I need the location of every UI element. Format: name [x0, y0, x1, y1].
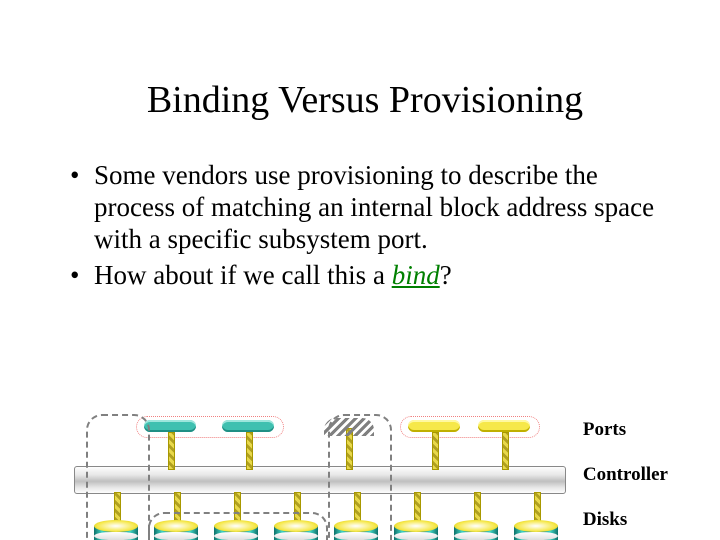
label-controller: Controller	[583, 465, 668, 484]
disk-icon	[154, 520, 198, 540]
connector-line	[502, 432, 509, 470]
slide: Binding Versus Provisioning Some vendors…	[0, 78, 720, 540]
bullet-2-text-post: ?	[440, 260, 452, 290]
bullet-2-text-pre: How about if we call this a	[94, 260, 392, 290]
bullet-1-text: Some vendors use provisioning to describ…	[94, 160, 654, 254]
slide-title: Binding Versus Provisioning	[60, 78, 670, 122]
port-group-outline	[136, 416, 284, 438]
connector-line	[168, 432, 175, 470]
bullet-2: How about if we call this a bind?	[70, 260, 670, 292]
bullet-1: Some vendors use provisioning to describ…	[70, 160, 670, 256]
label-disks: Disks	[583, 510, 668, 529]
disk-icon	[334, 520, 378, 540]
disk-icon	[214, 520, 258, 540]
bullet-list: Some vendors use provisioning to describ…	[70, 160, 670, 291]
diagram	[74, 414, 564, 540]
disk-icon	[94, 520, 138, 540]
disk-icon	[274, 520, 318, 540]
disk-icon	[454, 520, 498, 540]
hatch-mask-icon	[324, 418, 374, 436]
port-group-outline	[400, 416, 540, 438]
connector-line	[246, 432, 253, 470]
disk-icon	[514, 520, 558, 540]
diagram-labels: Ports Controller Disks	[583, 420, 668, 540]
bullet-2-emph: bind	[392, 260, 440, 290]
connector-line	[432, 432, 439, 470]
disk-icon	[394, 520, 438, 540]
label-ports: Ports	[583, 420, 668, 439]
controller-bar	[74, 466, 566, 494]
